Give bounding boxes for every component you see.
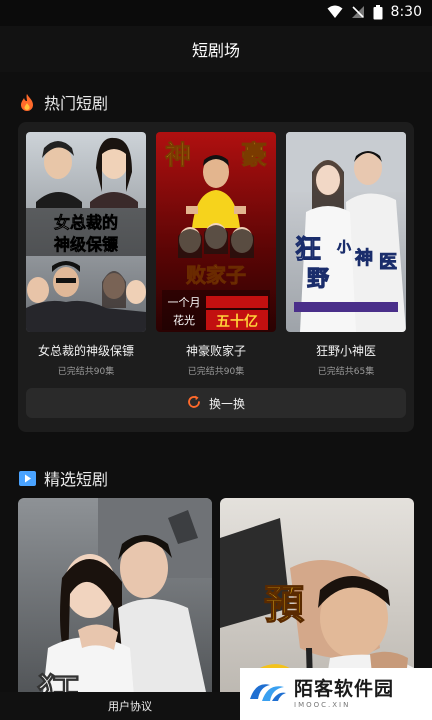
- featured-poster-2-text: 預: [264, 581, 304, 628]
- svg-text:一个月: 一个月: [168, 296, 201, 309]
- featured-poster-1[interactable]: 狂: [18, 498, 212, 720]
- svg-text:女总裁的: 女总裁的: [54, 213, 118, 232]
- featured-section-title: 精选短剧: [44, 470, 109, 489]
- page-title: 短剧场: [191, 41, 240, 60]
- play-icon: [18, 469, 36, 487]
- drama-item-1[interactable]: 女总裁的 神级保镖 女总裁的神级保镖 已完结共90集: [26, 132, 146, 377]
- svg-text:神级保镖: 神级保镖: [54, 235, 118, 254]
- hot-section-title: 热门短剧: [44, 94, 109, 113]
- status-bar: 8:30: [0, 0, 432, 26]
- svg-text:神: 神: [355, 247, 373, 269]
- drama-title-2[interactable]: 神豪败家子: [156, 342, 276, 359]
- svg-text:医: 医: [379, 252, 397, 273]
- refresh-label: 换一换: [208, 396, 245, 411]
- hot-section-header: 热门短剧: [18, 90, 108, 114]
- svg-text:小: 小: [337, 240, 351, 256]
- svg-text:五十亿: 五十亿: [216, 313, 258, 330]
- refresh-icon: [187, 395, 201, 412]
- wifi-icon: [327, 5, 343, 19]
- battery-icon: [373, 4, 383, 20]
- watermark-url: IMOOC.XIN: [294, 700, 351, 709]
- svg-text:狂: 狂: [295, 235, 321, 265]
- drama-poster-2[interactable]: 神 豪 败家子 一个月 花光 五十亿: [156, 132, 276, 332]
- app-header: 短剧场: [0, 26, 432, 72]
- featured-section-header: 精选短剧: [18, 466, 108, 490]
- watermark-logo-icon: [248, 679, 288, 709]
- fire-icon: [18, 93, 36, 111]
- site-watermark: 陌客软件园 IMOOC.XIN: [240, 668, 432, 720]
- watermark-name: 陌客软件园: [294, 677, 395, 700]
- drama-title-1[interactable]: 女总裁的神级保镖: [26, 342, 146, 359]
- drama-status-1: 已完结共90集: [57, 367, 115, 377]
- drama-item-3[interactable]: 狂 小 神 医 野 狂野小神医 已完结共65集: [286, 132, 406, 377]
- svg-text:花光: 花光: [173, 313, 195, 327]
- clock-time: 8:30: [390, 4, 422, 20]
- drama-item-2[interactable]: 神 豪 败家子 一个月 花光 五十亿 神豪败家子 已完结共90集: [156, 132, 276, 377]
- svg-text:野: 野: [307, 266, 329, 292]
- drama-status-2: 已完结共90集: [187, 367, 245, 377]
- svg-text:神: 神: [165, 141, 191, 171]
- drama-title-3[interactable]: 狂野小神医: [286, 342, 406, 359]
- user-agreement-link[interactable]: 用户协议: [108, 698, 152, 714]
- refresh-button[interactable]: 换一换: [26, 388, 406, 418]
- bottom-bar: 用户协议: [0, 692, 260, 720]
- drama-poster-1[interactable]: 女总裁的 神级保镖: [26, 132, 146, 332]
- drama-poster-3[interactable]: 狂 小 神 医 野: [286, 132, 406, 332]
- svg-text:败家子: 败家子: [186, 263, 246, 287]
- drama-status-3: 已完结共65集: [317, 367, 375, 377]
- svg-text:豪: 豪: [241, 140, 267, 171]
- no-signal-icon: [351, 5, 365, 19]
